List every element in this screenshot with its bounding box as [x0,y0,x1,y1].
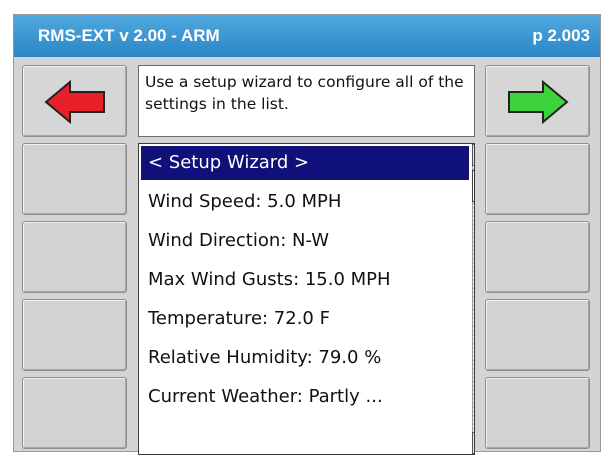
scroll-up-button[interactable] [472,144,474,166]
page-number: p 2.003 [532,26,590,45]
left-softkey-2[interactable] [22,221,127,293]
left-softkey-4[interactable] [22,377,127,449]
list-item-temperature[interactable]: Temperature: 72.0 F [141,302,469,336]
right-softkey-1[interactable] [485,143,590,215]
title-bar: RMS-EXT v 2.00 - ARM p 2.003 [14,15,600,57]
left-arrow-icon [44,80,105,124]
list-item-max-wind-gusts[interactable]: Max Wind Gusts: 15.0 MPH [141,263,469,297]
right-softkey-3[interactable] [485,299,590,371]
right-softkey-2[interactable] [485,221,590,293]
settings-list[interactable]: < Setup Wizard > Wind Speed: 5.0 MPH Win… [138,143,475,455]
list-item-setup-wizard[interactable]: < Setup Wizard > [141,146,469,180]
right-softkey-4[interactable] [485,377,590,449]
list-item-current-weather[interactable]: Current Weather: Partly ... [141,380,469,414]
app-window: RMS-EXT v 2.00 - ARM p 2.003 Use a setup… [13,14,601,455]
list-item-wind-direction[interactable]: Wind Direction: N-W [141,224,469,258]
left-softkey-3[interactable] [22,299,127,371]
description-text: Use a setup wizard to configure all of t… [138,65,475,137]
scroll-down-button[interactable] [472,432,474,454]
list-item-wind-speed[interactable]: Wind Speed: 5.0 MPH [141,185,469,219]
list-item-relative-humidity[interactable]: Relative Humidity: 79.0 % [141,341,469,375]
back-button[interactable] [22,65,127,137]
app-title: RMS-EXT v 2.00 - ARM [38,26,220,45]
left-softkey-1[interactable] [22,143,127,215]
right-arrow-icon [508,80,569,124]
scrollbar-thumb[interactable] [472,170,474,202]
forward-button[interactable] [485,65,590,137]
